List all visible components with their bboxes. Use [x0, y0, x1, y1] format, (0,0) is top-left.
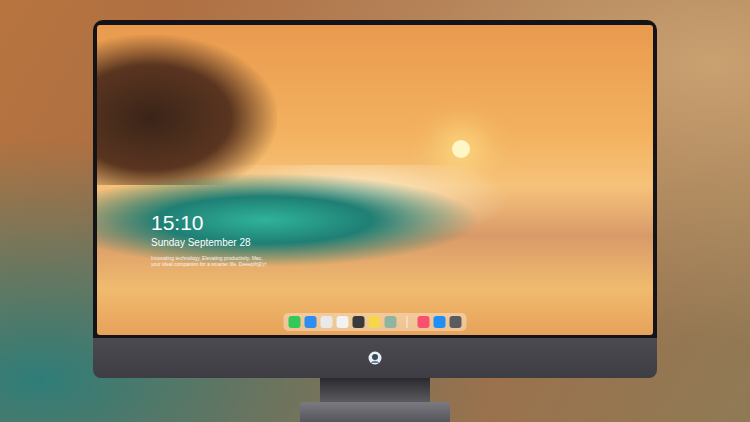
app-icon[interactable] — [418, 316, 430, 328]
island-silhouette — [97, 35, 277, 185]
app-icon[interactable] — [450, 316, 462, 328]
app-icon[interactable] — [289, 316, 301, 328]
app-icon[interactable] — [434, 316, 446, 328]
app-icon[interactable] — [337, 316, 349, 328]
monitor-bezel: 15:10Sunday September 28 Innovating techn… — [93, 20, 657, 338]
lock-screen-info: 15:10Sunday September 28 Innovating techn… — [151, 211, 271, 267]
app-icon[interactable] — [369, 316, 381, 328]
app-icon[interactable] — [353, 316, 365, 328]
app-icon[interactable] — [321, 316, 333, 328]
tagline: Innovating technology, Elevating product… — [151, 255, 271, 267]
dock-separator — [407, 316, 408, 328]
dock — [284, 313, 467, 331]
app-icon[interactable] — [305, 316, 317, 328]
screen-wallpaper: 15:10Sunday September 28 Innovating techn… — [97, 25, 653, 335]
monitor: 15:10Sunday September 28 Innovating techn… — [93, 20, 657, 378]
monitor-stand-neck — [320, 378, 430, 402]
avatar-logo-icon — [368, 351, 382, 365]
sun — [452, 140, 470, 158]
app-icon[interactable] — [385, 316, 397, 328]
clock-date: Sunday September 28 — [151, 236, 271, 249]
clock-time: 15:10 — [151, 211, 271, 235]
page-background: 15:10Sunday September 28 Innovating techn… — [0, 0, 750, 422]
monitor-stand-base — [300, 402, 450, 422]
monitor-chin — [93, 338, 657, 378]
